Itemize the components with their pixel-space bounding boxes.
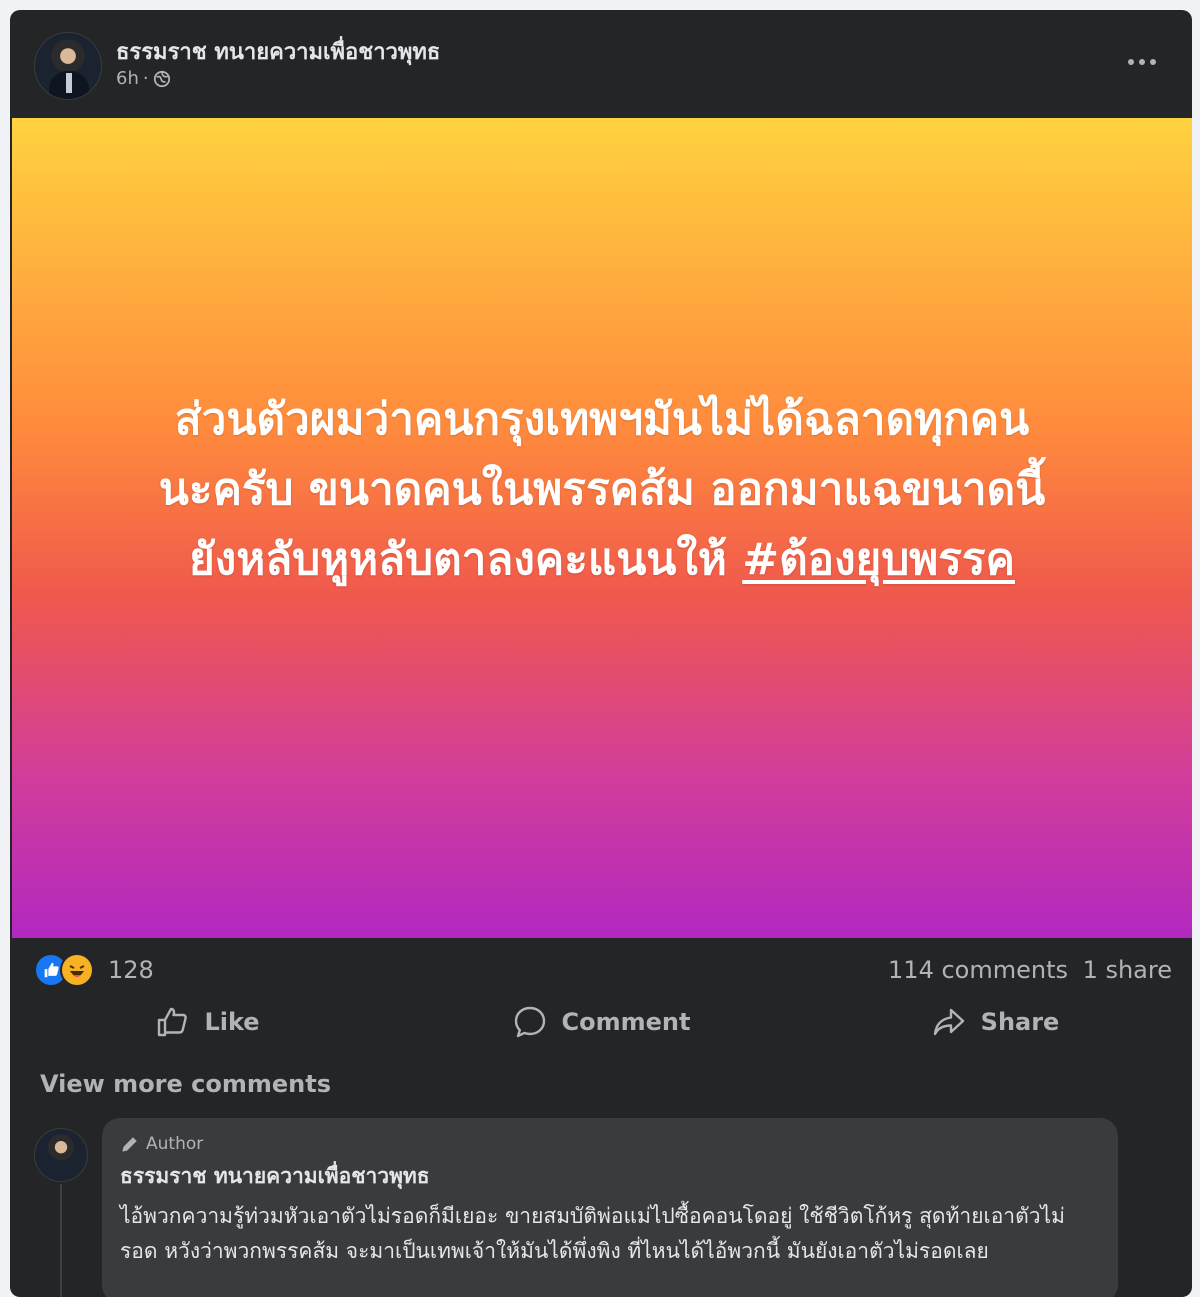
post-text: ส่วนตัวผมว่าคนกรุงเทพฯมันไม่ได้ฉลาดทุกคน… [62,385,1142,595]
post-text-line: ส่วนตัวผมว่าคนกรุงเทพฯมันไม่ได้ฉลาดทุกคน [174,394,1030,445]
author-avatar[interactable] [34,32,102,100]
post-background-body: ส่วนตัวผมว่าคนกรุงเทพฯมันไม่ได้ฉลาดทุกคน… [12,118,1192,938]
reaction-icons[interactable] [34,953,102,987]
comment-button[interactable]: Comment [404,998,798,1046]
comment-thread-line [60,1184,62,1297]
like-button[interactable]: Like [10,998,404,1046]
action-bar: Like Comment Share [10,998,1192,1046]
share-button[interactable]: Share [798,998,1192,1046]
share-arrow-icon [933,1008,964,1036]
author-badge-label: Author [146,1134,204,1154]
share-label: Share [980,1008,1060,1036]
comment-author-avatar[interactable] [34,1128,88,1182]
post-header: ธรรมราช ทนายความเพื่อชาวพุทธ 6h · [10,10,1192,118]
avatar-tie [66,73,72,93]
post-text-line: ยังหลับหูหลับตาลงคะแนนให้ #ต้องยุบพรรค [62,525,1142,595]
hashtag-link[interactable]: #ต้องยุบพรรค [742,534,1015,585]
more-icon-dot [1139,59,1145,65]
pencil-icon [122,1137,137,1152]
comment-text: ไอ้พวกความรู้ท่วมหัวเอาตัวไม่รอดก็มีเยอะ… [120,1204,1065,1263]
view-more-comments-link[interactable]: View more comments [40,1070,331,1098]
more-icon-dot [1150,59,1156,65]
post-card: ธรรมราช ทนายความเพื่อชาวพุทธ 6h · ส่วนตั… [10,10,1192,1297]
thumbs-up-icon [158,1007,188,1037]
shares-count[interactable]: 1 share [1083,956,1172,984]
author-badge: Author [120,1134,1098,1154]
comment-icon [514,1006,545,1038]
comment-label: Comment [561,1008,691,1036]
reaction-count[interactable]: 128 [108,956,154,984]
like-label: Like [204,1008,260,1036]
globe-icon [153,70,170,87]
more-options-button[interactable] [1120,44,1164,80]
more-icon-dot [1128,59,1134,65]
post-time[interactable]: 6h [116,68,139,89]
haha-icon [60,953,94,987]
meta-separator: · [142,68,149,89]
post-meta: 6h · [116,68,171,89]
comments-count[interactable]: 114 comments [888,956,1068,984]
comment-bubble: Author ธรรมราช ทนายความเพื่อชาวพุทธ ไอ้พ… [102,1118,1118,1297]
post-text-line: นะครับ ขนาดคนในพรรคส้ม ออกมาแฉขนาดนี้ [158,464,1046,515]
post-text-line-start: ยังหลับหูหลับตาลงคะแนนให้ [189,534,743,585]
comment-author-name[interactable]: ธรรมราช ทนายความเพื่อชาวพุทธ [120,1160,1098,1193]
reactions-bar: 128 114 comments 1 share [10,950,1192,990]
post-author-name[interactable]: ธรรมราช ทนายความเพื่อชาวพุทธ [116,34,440,69]
